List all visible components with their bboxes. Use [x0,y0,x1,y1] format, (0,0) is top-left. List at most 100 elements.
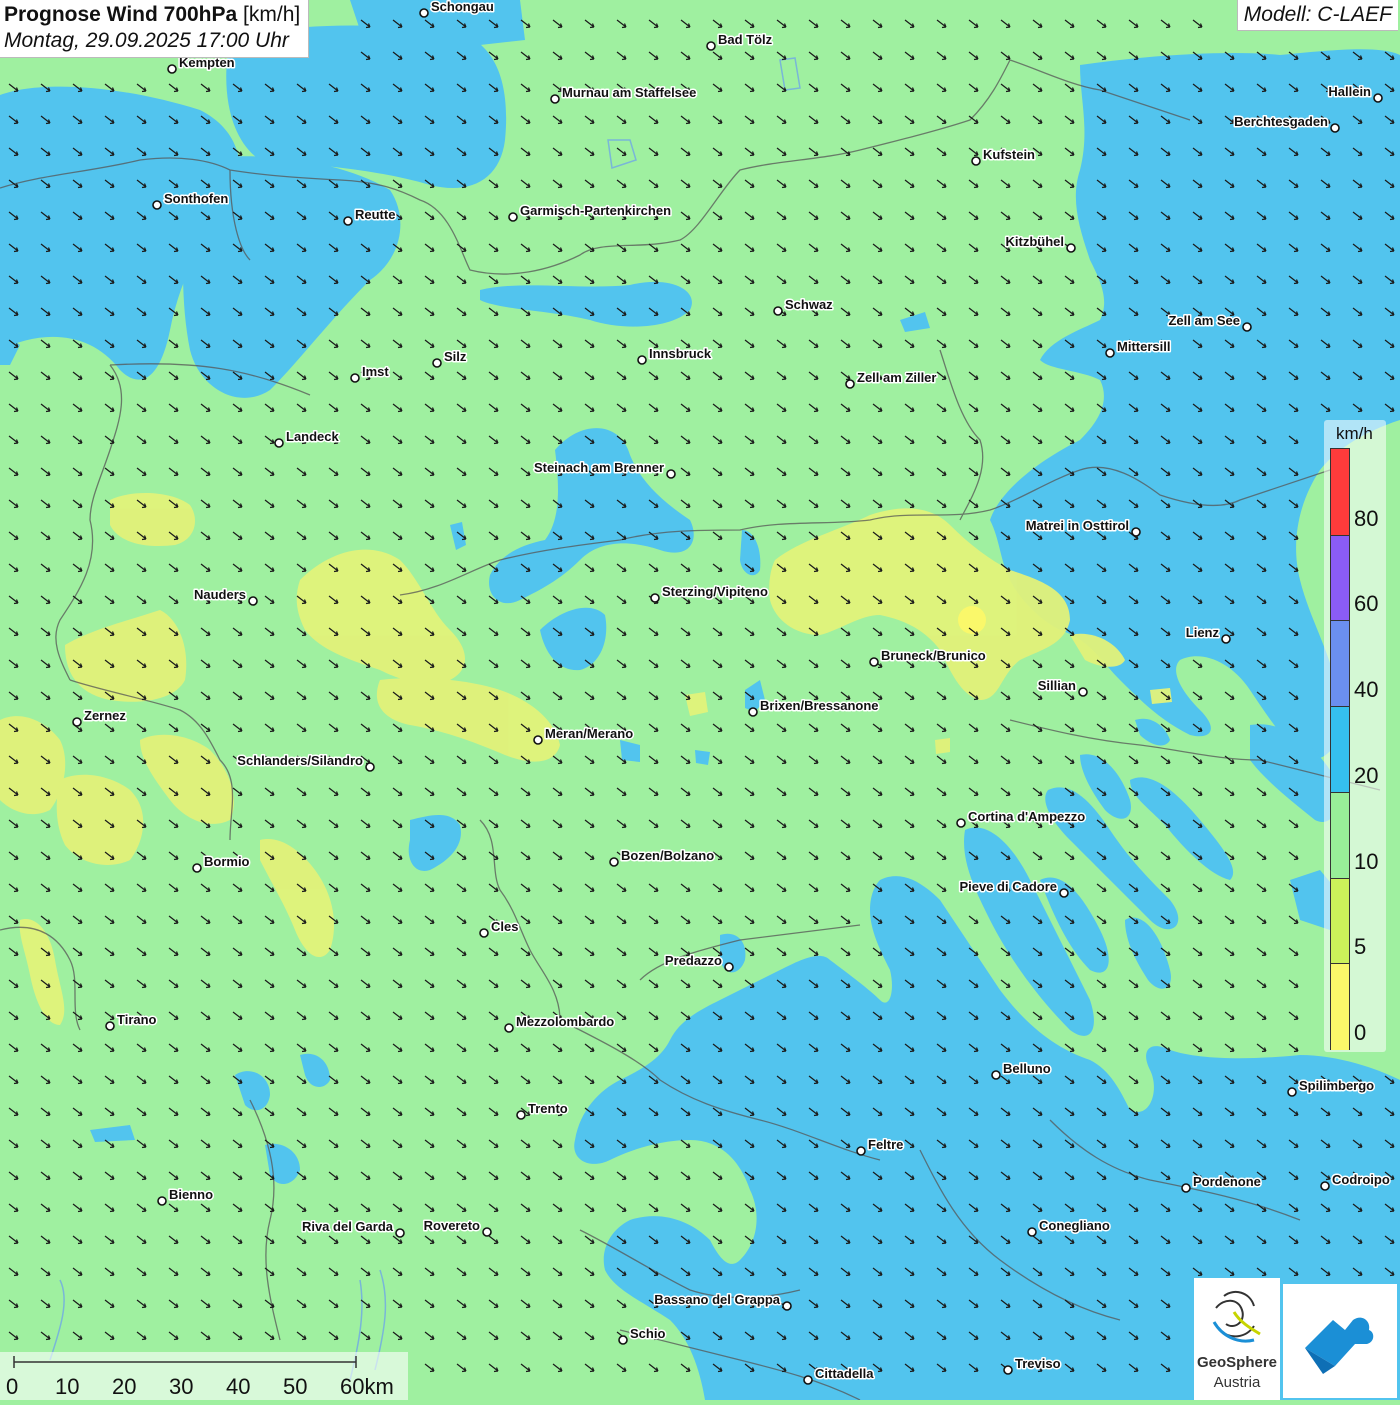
city-dot [550,94,560,104]
city-label: Codroipo [1332,1172,1390,1187]
city-label: Berchtesgaden [1234,114,1328,129]
city-label: Silz [444,349,467,364]
city-dot [706,41,716,51]
city-label: Schio [630,1326,665,1341]
city-dot [609,857,619,867]
color-legend: km/h 80 60 40 20 10 5 0 [1324,420,1386,1052]
scale-label: 60km [340,1374,394,1399]
city-dot [343,216,353,226]
city-label: Pieve di Cadore [959,879,1057,894]
city-dot [1330,123,1340,133]
city-dot [1320,1181,1330,1191]
city-label: Matrei in Osttirol [1026,518,1129,533]
city-label: Kufstein [983,147,1035,162]
city-dot [105,1021,115,1031]
city-label: Mittersill [1117,339,1170,354]
city-dot [956,818,966,828]
geosphere-logo-line2: Austria [1213,1374,1261,1391]
legend-segment [1331,791,1349,879]
geosphere-logo-icon [1212,1290,1261,1343]
city-dot [1373,93,1383,103]
city-dot [1221,634,1231,644]
legend-label: 0 [1354,1020,1367,1045]
model-label: Modell: C-LAEF [1236,0,1398,31]
city-dot [479,928,489,938]
city-label: Landeck [286,429,340,444]
city-dot [1105,348,1115,358]
city-label: Tirano [117,1012,157,1027]
legend-segment [1331,534,1349,622]
city-label: Innsbruck [649,346,712,361]
legend-label: 20 [1354,762,1379,788]
city-label: Cles [491,919,518,934]
city-dot [1078,687,1088,697]
scale-label: 50 [283,1374,308,1399]
city-label: Steinach am Brenner [534,460,664,475]
title-unit: [km/h] [243,3,301,26]
city-label: Zell am Ziller [857,370,936,385]
city-label: Bad Tölz [718,32,773,47]
city-dot [365,762,375,772]
city-dot [991,1070,1001,1080]
city-label: Sterzing/Vipiteno [662,584,768,599]
wind-forecast-map[interactable]: SchongauBad TölzKemptenMurnau am Staffel… [0,0,1400,1400]
city-dot [748,707,758,717]
city-dot [856,1146,866,1156]
city-label: Nauders [194,587,246,602]
city-label: Predazzo [665,953,722,968]
city-dot [516,1110,526,1120]
city-label: Treviso [1015,1356,1061,1371]
city-label: Bormio [204,854,250,869]
city-dot [637,355,647,365]
city-dot [1181,1183,1191,1193]
city-label: Imst [362,364,389,379]
legend-segment [1331,877,1349,965]
city-dot [508,212,518,222]
city-dot [192,863,202,873]
city-dot [504,1023,514,1033]
city-dot [248,596,258,606]
legend-label: 40 [1354,677,1379,703]
app-logo-icon [1305,1317,1374,1374]
city-dot [971,156,981,166]
city-dot [350,373,360,383]
legend-segment [1331,449,1349,535]
city-dot [845,379,855,389]
city-dot [432,358,442,368]
city-label: Spilimbergo [1299,1078,1374,1093]
geosphere-logo: GeoSphere Austria [1194,1278,1280,1400]
city-dot [1287,1087,1297,1097]
scale-label: 20 [112,1374,137,1399]
city-dot [1066,243,1076,253]
city-label: Zell am See [1168,313,1240,328]
city-label: Brixen/Bressanone [760,698,879,713]
city-dot [782,1301,792,1311]
legend-label: 10 [1354,848,1379,874]
city-dot [724,962,734,972]
city-label: Schlanders/Silandro [237,753,363,768]
city-label: Zernez [84,708,126,723]
legend-color-bar [1330,448,1350,1050]
scale-label: 40 [226,1374,251,1399]
city-label: Meran/Merano [545,726,633,741]
city-dot [803,1375,813,1385]
city-label: Kitzbühel [1006,234,1065,249]
city-label: Belluno [1003,1061,1051,1076]
city-dot [1059,888,1069,898]
city-dot [419,8,429,18]
legend-segment [1331,706,1349,793]
city-dot [157,1196,167,1206]
scale-label: 10 [55,1374,80,1399]
city-label: Bassano del Grappa [654,1292,780,1307]
city-dot [1131,527,1141,537]
city-label: Pordenone [1193,1174,1261,1189]
city-label: Trento [528,1101,568,1116]
app-logo [1283,1284,1397,1398]
city-dot [152,200,162,210]
city-dot [395,1228,405,1238]
city-label: Bozen/Bolzano [621,848,714,863]
city-label: Schwaz [785,297,833,312]
legend-segment [1331,620,1349,708]
city-dot [274,438,284,448]
city-label: Riva del Garda [302,1219,394,1234]
